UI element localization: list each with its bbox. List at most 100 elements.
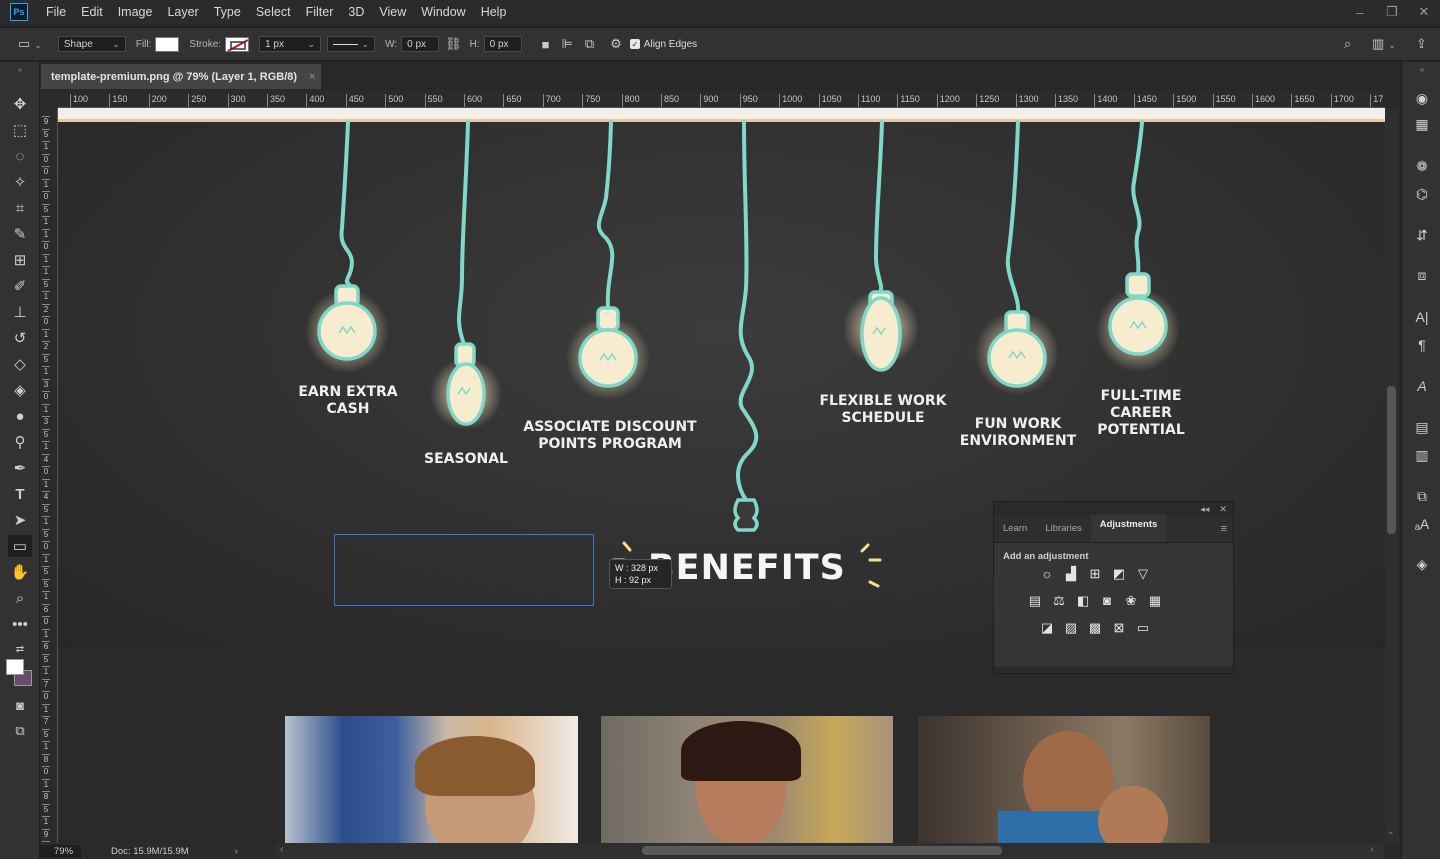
panel-menu-icon[interactable]: ≡ <box>1221 523 1227 535</box>
menu-image[interactable]: Image <box>118 5 153 19</box>
menu-file[interactable]: File <box>46 5 66 19</box>
levels-icon[interactable]: ▟ <box>1063 566 1079 581</box>
height-field[interactable]: 0 px <box>483 36 522 52</box>
rectangle-tool-icon[interactable]: ▭ <box>8 535 32 557</box>
dodge-tool-icon[interactable]: ⚲ <box>8 431 32 453</box>
posterize-icon[interactable]: ▨ <box>1063 620 1079 635</box>
status-menu-icon[interactable]: › <box>235 846 238 857</box>
move-tool-icon[interactable]: ✥ <box>8 93 32 115</box>
selective-color-icon[interactable]: ⊠ <box>1111 620 1127 635</box>
zoom-tool-icon[interactable]: ⌕ <box>8 587 32 609</box>
document-canvas[interactable]: EARN EXTRA CASH SEASONAL ASSOCIATE DISCO… <box>58 108 1385 843</box>
pen-tool-icon[interactable]: ✒ <box>8 457 32 479</box>
ruler-origin[interactable] <box>40 90 58 108</box>
color-panel-icon[interactable]: ◉ <box>1411 88 1433 108</box>
link-icon[interactable]: ⛓ <box>445 36 462 52</box>
menu-filter[interactable]: Filter <box>306 5 334 19</box>
scroll-right-icon[interactable]: › <box>1370 844 1373 855</box>
type-tool-icon[interactable]: T <box>8 483 32 505</box>
tab-learn[interactable]: Learn <box>994 523 1036 542</box>
collapse-panel-icon[interactable]: ◂◂ <box>1200 504 1209 515</box>
photo-filter-icon[interactable]: ◙ <box>1099 593 1115 608</box>
minimize-button[interactable]: – <box>1344 5 1376 20</box>
scroll-left-icon[interactable]: ‹ <box>280 844 283 855</box>
color-lookup-icon[interactable]: ▦ <box>1147 593 1163 608</box>
path-selection-tool-icon[interactable]: ➤ <box>8 509 32 531</box>
paths-panel-icon[interactable]: ⌬ <box>1411 184 1433 204</box>
stroke-width-field[interactable]: 1 px ⌄ <box>259 36 322 52</box>
menu-layer[interactable]: Layer <box>167 5 198 19</box>
paragraph-panel-icon[interactable]: ¶ <box>1411 335 1433 355</box>
collapse-icon[interactable]: » <box>8 64 32 74</box>
workspace-icon[interactable]: ▥ ⌄ <box>1372 36 1396 52</box>
black-white-icon[interactable]: ◧ <box>1075 593 1091 608</box>
fill-swatch[interactable] <box>155 36 180 52</box>
shape-selection-rectangle[interactable] <box>334 534 594 606</box>
menu-select[interactable]: Select <box>256 5 291 19</box>
share-icon[interactable]: ⇪ <box>1416 36 1427 52</box>
horizontal-ruler[interactable]: 100 150 200 250 300 350 400 450 500 550 600 650 700 7… <box>58 90 1385 108</box>
brightness-icon[interactable]: ☼ <box>1039 566 1055 581</box>
history-brush-tool-icon[interactable]: ↺ <box>8 327 32 349</box>
foreground-color-swatch[interactable] <box>6 659 24 675</box>
clone-stamp-tool-icon[interactable]: ⊥ <box>8 301 32 323</box>
gear-icon[interactable]: ⚙ <box>610 36 622 52</box>
crop-tool-icon[interactable]: ⌗ <box>8 197 32 219</box>
eyedropper-tool-icon[interactable]: ✎ <box>8 223 32 245</box>
align-edges-checkbox[interactable]: ✓ <box>629 39 640 49</box>
width-field[interactable]: 0 px <box>401 36 440 52</box>
character-panel-icon[interactable]: A| <box>1411 307 1433 327</box>
swap-colors-icon[interactable]: ⇄ <box>8 638 32 660</box>
path-arrangement-icon[interactable]: ⧉ <box>585 36 594 52</box>
paint-bucket-tool-icon[interactable]: ◈ <box>8 379 32 401</box>
tool-preset-icon[interactable]: ▭ ⌄ <box>18 36 42 52</box>
brush-tool-icon[interactable]: ✐ <box>8 275 32 297</box>
healing-brush-tool-icon[interactable]: ⊞ <box>8 249 32 271</box>
expand-panels-icon[interactable]: « <box>1411 64 1433 74</box>
clone-source-panel-icon[interactable]: ⧉ <box>1411 486 1433 506</box>
document-tab[interactable]: template-premium.png @ 79% (Layer 1, RGB… <box>41 64 321 89</box>
path-alignment-icon[interactable]: ⊫ <box>562 36 573 52</box>
threshold-icon[interactable]: ▩ <box>1087 620 1103 635</box>
close-panel-icon[interactable]: ✕ <box>1219 504 1227 515</box>
menu-edit[interactable]: Edit <box>81 5 103 19</box>
tab-adjustments[interactable]: Adjustments <box>1090 515 1167 542</box>
zoom-level[interactable]: 79% <box>40 844 82 858</box>
menu-help[interactable]: Help <box>481 5 507 19</box>
channels-panel-icon[interactable]: ❁ <box>1411 156 1433 176</box>
more-tools-icon[interactable]: ••• <box>8 613 32 635</box>
menu-3d[interactable]: 3D <box>348 5 364 19</box>
color-balance-icon[interactable]: ⚖ <box>1051 593 1067 608</box>
horizontal-scroll-thumb[interactable] <box>642 846 1002 855</box>
eraser-tool-icon[interactable]: ◇ <box>8 353 32 375</box>
mode-select[interactable]: Shape ⌄ <box>57 36 126 52</box>
stroke-type-select[interactable]: ⌄ <box>327 36 376 52</box>
scroll-down-icon[interactable]: ⌄ <box>1387 826 1395 837</box>
magic-wand-tool-icon[interactable]: ✧ <box>8 171 32 193</box>
curves-icon[interactable]: ⊞ <box>1087 566 1103 581</box>
vertical-ruler[interactable]: 9 5 1 0 0 1 0 5 1 1 0 1 1 5 1 2 0 1 2 5 1 3 0 1 3 5 1 4 0 1 4 5 1 5 0 1 5 5 1 6… <box>40 108 58 843</box>
path-operations-icon[interactable]: ■ <box>542 37 550 52</box>
hand-tool-icon[interactable]: ✋ <box>8 561 32 583</box>
menu-view[interactable]: View <box>379 5 406 19</box>
invert-icon[interactable]: ◪ <box>1039 620 1055 635</box>
menu-type[interactable]: Type <box>214 5 241 19</box>
channel-mixer-icon[interactable]: ❀ <box>1123 593 1139 608</box>
gradient-map-icon[interactable]: ▭ <box>1135 620 1151 635</box>
close-document-button[interactable]: × <box>309 71 315 83</box>
exposure-icon[interactable]: ◩ <box>1111 566 1127 581</box>
hue-saturation-icon[interactable]: ▤ <box>1027 593 1043 608</box>
menu-window[interactable]: Window <box>421 5 465 19</box>
notes-panel-icon[interactable]: ▥ <box>1411 445 1433 465</box>
close-window-button[interactable]: ✕ <box>1408 4 1440 20</box>
properties-panel-icon[interactable]: ▤ <box>1411 417 1433 437</box>
stroke-swatch[interactable] <box>225 36 250 52</box>
marquee-tool-icon[interactable]: ⬚ <box>8 119 32 141</box>
history-panel-icon[interactable]: ⇵ <box>1411 225 1433 245</box>
vertical-scroll-thumb[interactable] <box>1387 386 1396 534</box>
3d-panel-icon[interactable]: ⧈ <box>1411 265 1433 285</box>
glyphs-panel-icon[interactable]: A <box>1411 376 1433 396</box>
lasso-tool-icon[interactable]: ◌ <box>8 145 32 167</box>
vibrance-icon[interactable]: ▽ <box>1135 566 1151 581</box>
swatches-panel-icon[interactable]: ▦ <box>1411 114 1433 134</box>
